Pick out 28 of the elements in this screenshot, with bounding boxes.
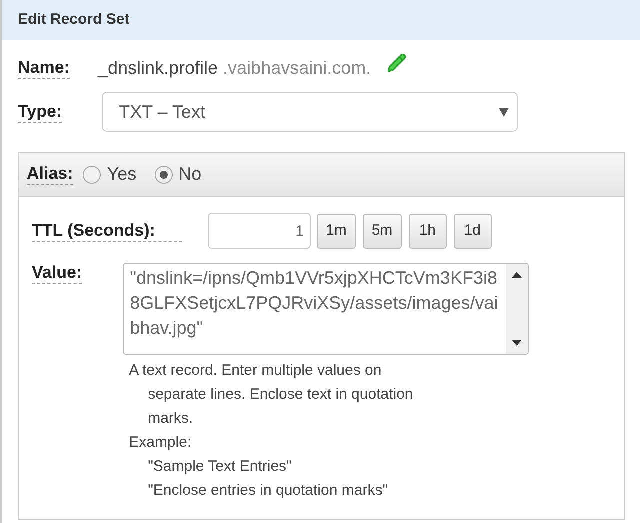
example-label: Example: xyxy=(129,433,193,453)
radio-icon[interactable] xyxy=(83,166,102,184)
ttl-preset-button[interactable]: 1m xyxy=(317,214,356,248)
value-textarea[interactable]: "dnslink=/ipns/Qmb1VVr5xjpXHCTcVm3KF3i88GLFXSetjcxL7PQJRviXSy/assets/images/vaibhav.jpg" xyxy=(123,263,530,355)
record-name: _dnslink.profile xyxy=(98,56,218,80)
alias-radio[interactable]: No xyxy=(154,161,202,188)
ttl-field[interactable]: 1 xyxy=(208,213,311,249)
ttl-label: TTL (Seconds): xyxy=(32,220,182,242)
type-label: Type: xyxy=(18,102,62,122)
type-select[interactable]: TXT – Text xyxy=(102,92,518,132)
alias-radio[interactable]: Yes xyxy=(83,161,137,188)
dropdown-icon xyxy=(499,108,510,116)
example-text: "Enclose entries in quotation marks" xyxy=(148,481,390,501)
value-label: Value: xyxy=(32,263,82,284)
panel-title: Edit Record Set xyxy=(18,10,130,30)
scroll-up-icon[interactable] xyxy=(512,272,522,278)
scrollbar[interactable] xyxy=(506,264,528,354)
domain-name: .vaibhavsaini.com. xyxy=(223,56,372,80)
help-text: A text record. Enter multiple values on separate lines. Enclose text in quotation marks. xyxy=(129,361,414,429)
example-text: "Sample Text Entries" xyxy=(148,457,293,477)
radio-icon[interactable] xyxy=(154,166,173,184)
scroll-down-icon[interactable] xyxy=(512,340,522,346)
alias-label: Alias: xyxy=(27,164,74,185)
ttl-preset-button[interactable]: 1h xyxy=(408,214,447,248)
pencil-icon[interactable] xyxy=(387,53,408,73)
ttl-preset-button[interactable]: 5m xyxy=(362,214,402,248)
ttl-preset-button[interactable]: 1d xyxy=(454,214,492,248)
name-label: Name: xyxy=(18,58,70,78)
